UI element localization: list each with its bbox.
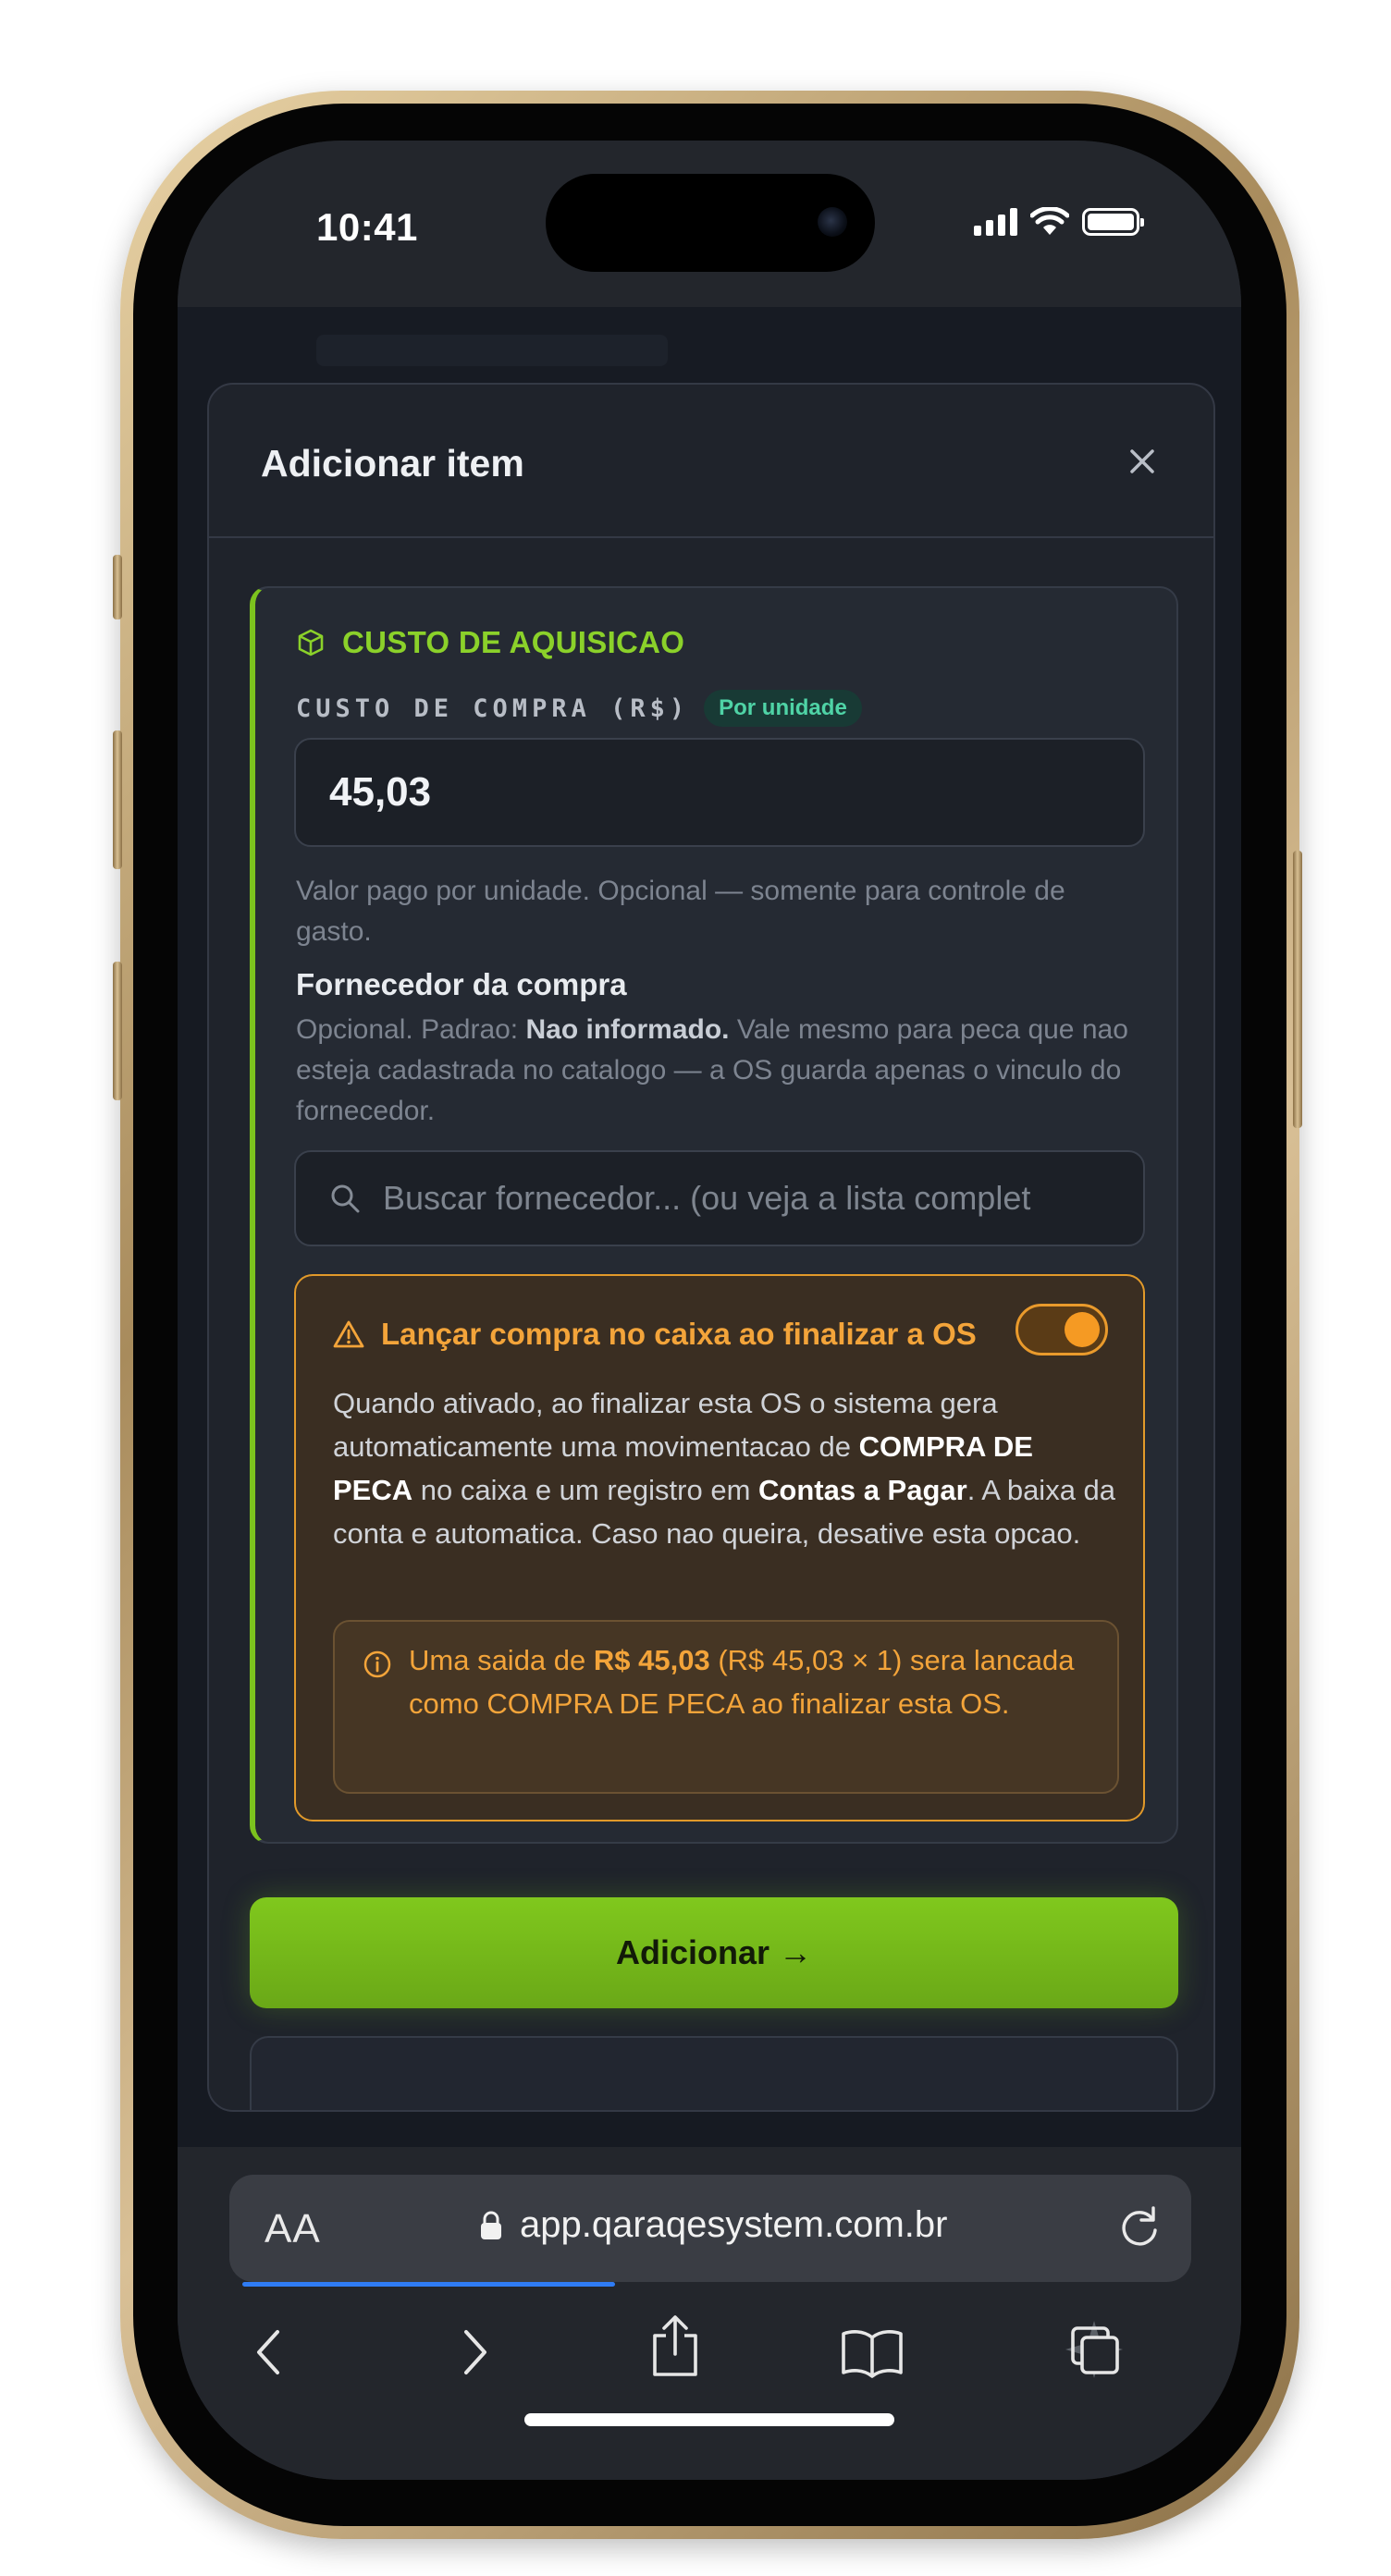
add-item-button[interactable]: Adicionar → <box>250 1897 1178 2008</box>
status-icons <box>974 207 1144 237</box>
unit-badge: Por unidade <box>704 690 862 727</box>
box-icon <box>298 629 324 656</box>
info-text-1: Uma saida de <box>409 1644 594 1676</box>
search-icon <box>331 1184 360 1213</box>
cost-label-row: CUSTO DE COMPRA (R$) Por unidade <box>296 690 862 727</box>
wifi-icon <box>1030 207 1069 235</box>
safari-toolbar: AA app.qaraqesystem.com.br <box>178 2147 1241 2480</box>
warning-body-2: no caixa e um registro em <box>412 1474 759 1506</box>
post-to-cash-toggle[interactable] <box>1016 1304 1108 1355</box>
page-load-progress <box>242 2282 615 2287</box>
phone-power-button <box>1293 851 1302 1128</box>
chevron-right-icon[interactable] <box>457 2325 494 2380</box>
book-icon[interactable] <box>840 2328 905 2378</box>
info-text-2: (R$ 45,03 × 1) <box>709 1644 903 1676</box>
info-notice: Uma saida de R$ 45,03 (R$ 45,03 × 1) ser… <box>333 1620 1119 1794</box>
toggle-knob <box>1065 1312 1100 1347</box>
supplier-help-default: Nao informado. <box>525 1014 730 1045</box>
modal-title: Adicionar item <box>261 442 524 485</box>
phone-silent-switch <box>113 555 122 619</box>
address-bar[interactable]: AA app.qaraqesystem.com.br <box>229 2175 1191 2282</box>
dynamic-island <box>546 174 875 272</box>
supplier-search-box[interactable] <box>294 1150 1145 1246</box>
modal-header: Adicionar item <box>209 385 1213 538</box>
supplier-help-text: Opcional. Padrao: Nao informado. Vale me… <box>296 1010 1147 1132</box>
info-circle-icon <box>363 1650 391 1678</box>
reload-icon[interactable] <box>1115 2202 1163 2252</box>
section-title: CUSTO DE AQUISICAO <box>296 625 684 660</box>
share-icon[interactable] <box>649 2313 701 2378</box>
supplier-help-prefix: Opcional. Padrao: <box>296 1014 526 1045</box>
status-bar: 10:41 <box>178 141 1241 307</box>
cash-posting-warning: Lançar compra no caixa ao finalizar a OS… <box>294 1274 1145 1822</box>
info-amount: R$ 45,03 <box>593 1644 710 1676</box>
url-text: app.qaraqesystem.com.br <box>520 2204 948 2245</box>
battery-icon <box>1082 208 1144 236</box>
cost-label: CUSTO DE COMPRA (R$) <box>296 693 690 723</box>
close-button[interactable] <box>1119 438 1165 485</box>
warning-heading: Lançar compra no caixa ao finalizar a OS <box>333 1317 977 1352</box>
tabs-icon[interactable] <box>1064 2319 1125 2380</box>
warning-triangle-icon <box>333 1320 364 1348</box>
cellular-signal-icon <box>974 208 1017 236</box>
acquisition-cost-section: CUSTO DE AQUISICAO CUSTO DE COMPRA (R$) … <box>250 586 1178 1844</box>
home-indicator[interactable] <box>524 2413 894 2426</box>
warning-title: Lançar compra no caixa ao finalizar a OS <box>381 1317 977 1351</box>
chevron-left-icon[interactable] <box>250 2325 287 2380</box>
add-item-modal: Adicionar item CUSTO DE AQUISICAO CUSTO … <box>207 383 1215 2112</box>
supplier-search-input[interactable] <box>383 1179 1143 1218</box>
app-title-dimmed <box>316 335 668 366</box>
url-display: app.qaraqesystem.com.br <box>479 2204 947 2246</box>
camera-icon <box>818 207 847 237</box>
cost-input[interactable] <box>294 738 1145 847</box>
supplier-title: Fornecedor da compra <box>296 967 627 1001</box>
section-title-text: CUSTO DE AQUISICAO <box>342 625 685 659</box>
next-section-card <box>250 2036 1178 2110</box>
warning-body: Quando ativado, ao finalizar esta OS o s… <box>333 1381 1119 1555</box>
reader-aa-button[interactable]: AA <box>265 2206 321 2252</box>
phone-volume-down <box>113 962 122 1100</box>
close-icon <box>1130 449 1154 473</box>
cost-help-text: Valor pago por unidade. Opcional — somen… <box>296 876 1065 947</box>
phone-screen: 10:41 Adicionar item CUSTO DE AQUISICAO … <box>178 141 1241 2480</box>
phone-volume-up <box>113 730 122 869</box>
status-time: 10:41 <box>316 205 418 249</box>
warning-body-bold-2: Contas a Pagar <box>758 1474 967 1506</box>
info-text: Uma saida de R$ 45,03 (R$ 45,03 × 1) ser… <box>409 1638 1102 1725</box>
lock-icon <box>481 2211 501 2239</box>
